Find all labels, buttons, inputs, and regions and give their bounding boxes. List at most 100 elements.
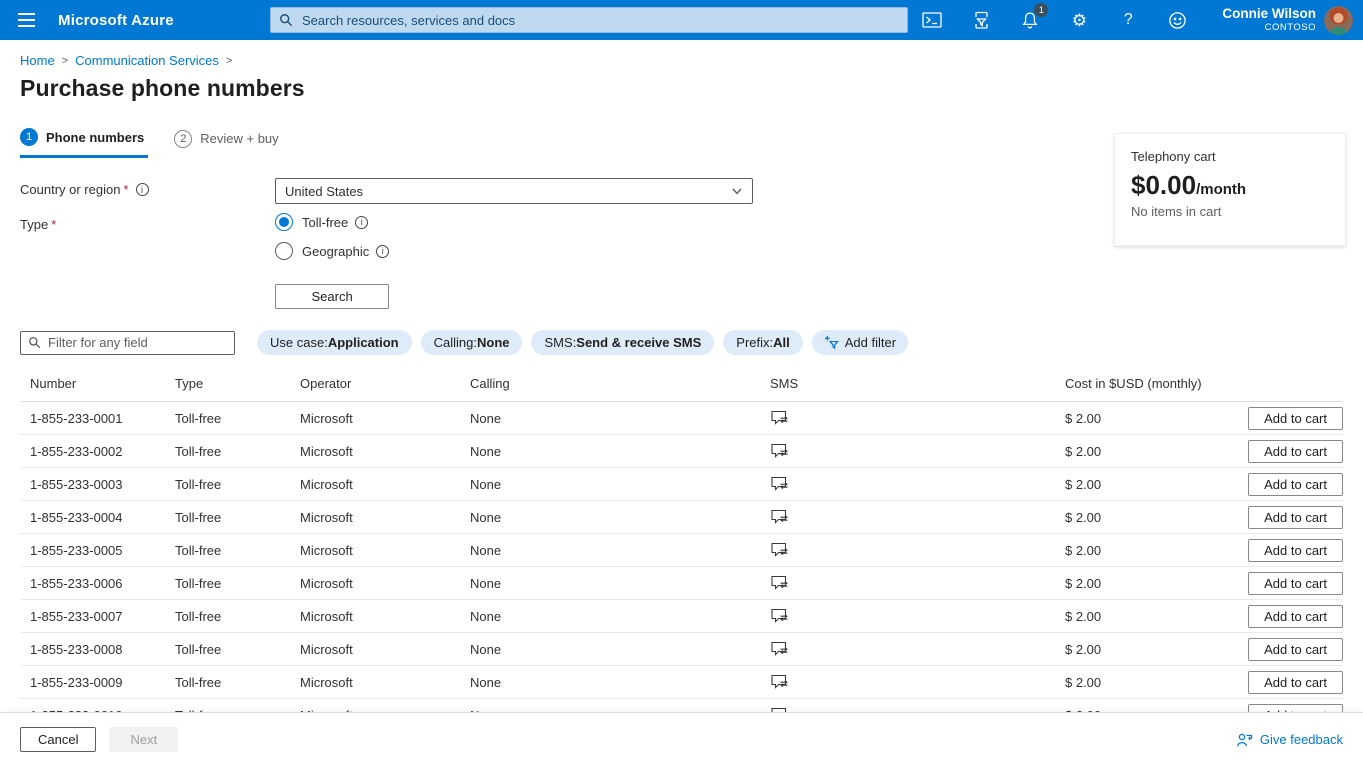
feedback-smiley-icon[interactable]	[1167, 10, 1187, 30]
page-title: Purchase phone numbers	[20, 75, 305, 101]
breadcrumb-home[interactable]: Home	[20, 53, 55, 68]
product-title[interactable]: Microsoft Azure	[58, 12, 174, 29]
cell-sms	[770, 641, 1065, 658]
add-to-cart-button[interactable]: Add to cart	[1248, 505, 1343, 529]
search-button[interactable]: Search	[275, 284, 390, 309]
sms-send-receive-icon	[771, 410, 788, 425]
step-number-badge: 2	[174, 129, 193, 148]
cell-number: 1-855-233-0009	[30, 674, 123, 690]
add-filter-icon	[824, 335, 839, 350]
cloud-shell-icon[interactable]	[922, 10, 943, 30]
cell-cost: $ 2.00	[1065, 476, 1102, 492]
cell-type: Toll-free	[175, 608, 222, 624]
cell-sms	[770, 674, 1065, 691]
cell-number: 1-855-233-0003	[30, 476, 123, 492]
filter-pill-use-case[interactable]: Use case : Application	[257, 330, 412, 355]
sms-send-receive-icon	[771, 608, 788, 623]
step-phone-numbers[interactable]: 1 Phone numbers	[20, 128, 149, 158]
type-label: Type *	[20, 217, 57, 232]
cell-sms	[770, 575, 1065, 592]
cell-operator: Microsoft	[300, 476, 353, 492]
add-to-cart-button[interactable]: Add to cart	[1248, 670, 1343, 694]
hamburger-menu-icon[interactable]	[0, 0, 52, 40]
notification-badge: 1	[1034, 3, 1049, 17]
cell-cost: $ 2.00	[1065, 410, 1102, 426]
cell-sms	[770, 410, 1065, 427]
filter-field[interactable]	[20, 330, 235, 355]
add-to-cart-button[interactable]: Add to cart	[1248, 406, 1343, 430]
col-header-cost: Cost in $USD (monthly)	[1065, 376, 1202, 391]
account-menu[interactable]: Connie Wilson CONTOSO	[1222, 5, 1353, 35]
radio-toll-free[interactable]: Toll-free i	[275, 213, 389, 231]
cell-type: Toll-free	[175, 641, 222, 657]
notifications-bell-icon[interactable]: 1	[1020, 3, 1049, 30]
give-feedback-link[interactable]: Give feedback	[1236, 732, 1343, 748]
filter-input[interactable]	[46, 334, 227, 351]
col-header-type: Type	[175, 376, 204, 391]
cell-type: Toll-free	[175, 509, 222, 525]
country-dropdown[interactable]: United States	[275, 178, 753, 204]
avatar[interactable]	[1324, 5, 1353, 35]
cell-calling: None	[470, 575, 502, 591]
add-to-cart-button[interactable]: Add to cart	[1248, 439, 1343, 463]
cell-operator: Microsoft	[300, 542, 353, 558]
chevron-down-icon	[732, 188, 742, 195]
cell-number: 1-855-233-0004	[30, 509, 123, 525]
cell-sms	[770, 608, 1065, 625]
sms-send-receive-icon	[771, 641, 788, 656]
add-filter-button[interactable]: Add filter	[811, 330, 909, 355]
settings-gear-icon[interactable]: ⚙	[1069, 10, 1089, 30]
table-row: 1-855-233-0001 Toll-free Microsoft None $ 2.…	[20, 402, 1343, 435]
filter-pill-calling[interactable]: Calling : None	[420, 330, 523, 355]
table-body: 1-855-233-0001 Toll-free Microsoft None $ 2.…	[20, 402, 1343, 732]
cell-cost: $ 2.00	[1065, 641, 1102, 657]
cancel-button[interactable]: Cancel	[20, 727, 97, 752]
step-review-buy[interactable]: 2 Review + buy	[174, 128, 282, 158]
cell-operator: Microsoft	[300, 443, 353, 459]
chevron-right-icon: >	[225, 54, 233, 67]
filter-bar: Use case : Application Calling : None SM…	[20, 330, 1363, 355]
info-icon[interactable]: i	[135, 183, 149, 196]
country-label: Country or region * i	[20, 178, 275, 197]
global-search-input[interactable]	[300, 11, 899, 29]
add-to-cart-button[interactable]: Add to cart	[1248, 571, 1343, 595]
radio-unselected-icon[interactable]	[275, 242, 293, 260]
cell-calling: None	[470, 542, 502, 558]
filter-pill-sms[interactable]: SMS : Send & receive SMS	[531, 330, 715, 355]
add-to-cart-button[interactable]: Add to cart	[1248, 604, 1343, 628]
user-org: CONTOSO	[1264, 22, 1316, 34]
info-icon[interactable]: i	[355, 215, 369, 229]
give-feedback-icon	[1236, 733, 1253, 746]
info-icon[interactable]: i	[376, 244, 390, 258]
next-button[interactable]: Next	[109, 727, 179, 752]
step-number-badge: 1	[20, 128, 38, 146]
breadcrumb-communication-services[interactable]: Communication Services	[75, 53, 219, 68]
cell-operator: Microsoft	[300, 608, 353, 624]
cell-number: 1-855-233-0006	[30, 575, 123, 591]
help-icon[interactable]: ?	[1118, 10, 1138, 30]
col-header-number: Number	[30, 376, 77, 391]
cell-operator: Microsoft	[300, 509, 353, 525]
col-header-calling: Calling	[470, 376, 510, 391]
radio-geographic[interactable]: Geographic i	[275, 242, 390, 260]
chevron-right-icon: >	[61, 54, 69, 67]
cell-type: Toll-free	[175, 674, 222, 690]
add-to-cart-button[interactable]: Add to cart	[1248, 637, 1343, 661]
add-to-cart-button[interactable]: Add to cart	[1248, 538, 1343, 562]
global-search[interactable]	[270, 7, 908, 33]
cell-operator: Microsoft	[300, 410, 353, 426]
directory-filter-icon[interactable]	[971, 10, 991, 30]
table-row: 1-855-233-0004 Toll-free Microsoft None $ 2.…	[20, 501, 1343, 534]
sms-send-receive-icon	[771, 674, 788, 689]
type-radio-group: Toll-free i Geographic i Search	[275, 213, 390, 309]
search-icon	[28, 336, 41, 349]
add-to-cart-button[interactable]: Add to cart	[1248, 472, 1343, 496]
cell-number: 1-855-233-0005	[30, 542, 123, 558]
cart-title: Telephony cart	[1131, 149, 1216, 164]
phone-numbers-table: Number Type Operator Calling SMS Cost in…	[20, 369, 1343, 732]
sms-send-receive-icon	[771, 575, 788, 590]
col-header-sms: SMS	[770, 376, 799, 391]
filter-pill-prefix[interactable]: Prefix : All	[723, 330, 803, 355]
radio-selected-icon[interactable]	[275, 213, 293, 231]
telephony-cart-card: Telephony cart $0.00/month No items in c…	[1114, 133, 1346, 246]
